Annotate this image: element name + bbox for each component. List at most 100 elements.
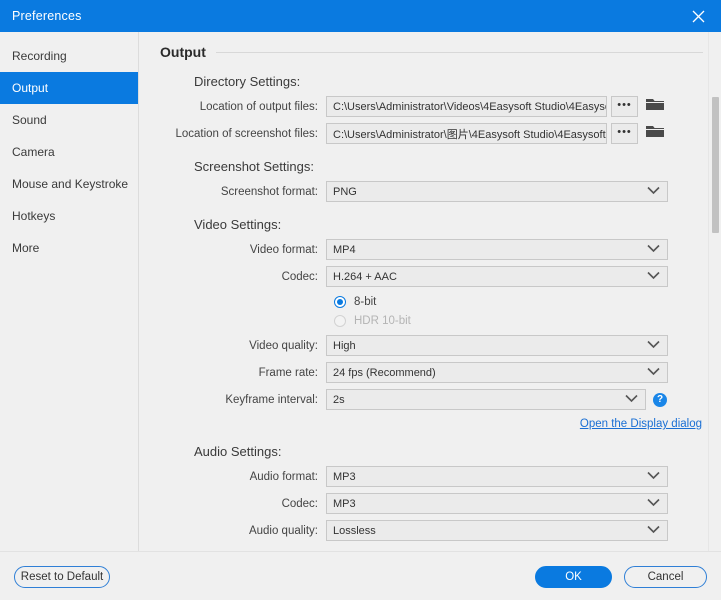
- audio-format-value: MP3: [333, 470, 356, 483]
- cancel-button[interactable]: Cancel: [624, 566, 707, 588]
- output-browse-dots-button[interactable]: •••: [611, 96, 638, 117]
- video-codec-value: H.264 + AAC: [333, 270, 397, 283]
- audio-quality-row: Audio quality: Lossless: [140, 519, 721, 542]
- output-location-row: Location of output files: C:\Users\Admin…: [140, 95, 721, 118]
- screenshot-location-label: Location of screenshot files:: [175, 127, 318, 140]
- folder-icon: [646, 124, 664, 144]
- screenshot-format-value: PNG: [333, 185, 357, 198]
- audio-codec-row: Codec: MP3: [140, 492, 721, 515]
- bitdepth-8bit-label: 8-bit: [354, 295, 377, 308]
- video-format-select[interactable]: MP4: [326, 239, 668, 260]
- sidebar-item-label: Output: [12, 81, 49, 95]
- video-codec-select[interactable]: H.264 + AAC: [326, 266, 668, 287]
- sidebar-item-label: Hotkeys: [12, 209, 56, 223]
- video-codec-row: Codec: H.264 + AAC: [140, 265, 721, 288]
- video-format-value: MP4: [333, 243, 356, 256]
- video-codec-label: Codec:: [281, 270, 318, 283]
- sidebar-item-label: Sound: [12, 113, 47, 127]
- audio-format-select[interactable]: MP3: [326, 466, 668, 487]
- preferences-window: Preferences Recording Output Sound Camer…: [0, 0, 721, 600]
- video-settings-heading: Video Settings:: [194, 217, 282, 232]
- folder-icon: [646, 97, 664, 117]
- audio-codec-select[interactable]: MP3: [326, 493, 668, 514]
- screenshot-location-input[interactable]: C:\Users\Administrator\图片\4Easysoft Stud…: [326, 123, 607, 144]
- video-format-row: Video format: MP4: [140, 238, 721, 261]
- chevron-down-icon: [647, 471, 660, 483]
- output-open-folder-button[interactable]: [644, 96, 666, 117]
- chevron-down-icon: [647, 271, 660, 283]
- sidebar-item-camera[interactable]: Camera: [0, 136, 138, 168]
- chevron-down-icon: [647, 244, 660, 256]
- question-mark-icon[interactable]: ?: [653, 392, 667, 407]
- video-quality-label: Video quality:: [249, 339, 318, 352]
- bitdepth-hdr-radio[interactable]: [334, 314, 346, 327]
- open-display-dialog-link[interactable]: Open the Display dialog: [580, 418, 702, 430]
- dialog-footer: Reset to Default OK Cancel: [0, 551, 721, 600]
- output-location-label: Location of output files:: [199, 100, 318, 113]
- content-scrollbar-track[interactable]: [708, 32, 721, 551]
- page-title: Output: [160, 44, 206, 60]
- audio-format-label: Audio format:: [249, 470, 318, 483]
- sidebar-item-label: Mouse and Keystroke: [12, 177, 129, 191]
- screenshot-open-folder-button[interactable]: [644, 123, 666, 144]
- frame-rate-row: Frame rate: 24 fps (Recommend): [140, 361, 721, 384]
- bitdepth-8bit-radio[interactable]: [334, 295, 346, 308]
- bitdepth-hdr-label: HDR 10-bit: [354, 314, 411, 327]
- screenshot-format-row: Screenshot format: PNG: [140, 180, 721, 203]
- keyframe-interval-label: Keyframe interval:: [225, 393, 318, 406]
- titlebar: Preferences: [0, 0, 721, 32]
- page-title-row: Output: [140, 32, 721, 60]
- screenshot-settings-heading: Screenshot Settings:: [194, 159, 314, 174]
- keyframe-interval-select[interactable]: 2s: [326, 389, 646, 410]
- frame-rate-label: Frame rate:: [258, 366, 318, 379]
- audio-settings-heading: Audio Settings:: [194, 444, 282, 459]
- output-location-input[interactable]: C:\Users\Administrator\Videos\4Easysoft …: [326, 96, 607, 117]
- frame-rate-value: 24 fps (Recommend): [333, 366, 436, 379]
- reset-to-default-button[interactable]: Reset to Default: [14, 566, 110, 588]
- keyframe-interval-row: Keyframe interval: 2s ?: [140, 388, 721, 411]
- ok-button[interactable]: OK: [535, 566, 612, 588]
- chevron-down-icon: [647, 186, 660, 198]
- screenshot-browse-dots-button[interactable]: •••: [611, 123, 638, 144]
- chevron-down-icon: [625, 394, 638, 406]
- frame-rate-select[interactable]: 24 fps (Recommend): [326, 362, 668, 383]
- audio-quality-label: Audio quality:: [248, 524, 318, 537]
- screenshot-format-select[interactable]: PNG: [326, 181, 668, 202]
- sidebar-item-label: Recording: [12, 49, 67, 63]
- screenshot-location-row: Location of screenshot files: C:\Users\A…: [140, 122, 721, 145]
- bitdepth-8bit-row[interactable]: 8-bit: [334, 292, 721, 311]
- chevron-down-icon: [647, 498, 660, 510]
- sidebar-item-label: Camera: [12, 145, 55, 159]
- sidebar-item-recording[interactable]: Recording: [0, 40, 138, 72]
- sidebar-item-output[interactable]: Output: [0, 72, 138, 104]
- video-format-label: Video format:: [249, 243, 318, 256]
- audio-quality-value: Lossless: [333, 524, 376, 537]
- audio-codec-value: MP3: [333, 497, 356, 510]
- sidebar-item-more[interactable]: More: [0, 232, 138, 264]
- display-dialog-link-row: Open the Display dialog: [140, 418, 721, 430]
- sidebar: Recording Output Sound Camera Mouse and …: [0, 32, 139, 551]
- bitdepth-hdr-row[interactable]: HDR 10-bit: [334, 311, 721, 330]
- audio-format-row: Audio format: MP3: [140, 465, 721, 488]
- title-divider: [215, 51, 703, 53]
- video-quality-select[interactable]: High: [326, 335, 668, 356]
- chevron-down-icon: [647, 525, 660, 537]
- close-button[interactable]: [675, 0, 721, 32]
- keyframe-interval-value: 2s: [333, 393, 345, 406]
- screenshot-format-label: Screenshot format:: [220, 185, 318, 198]
- window-title: Preferences: [12, 9, 82, 23]
- sidebar-item-sound[interactable]: Sound: [0, 104, 138, 136]
- chevron-down-icon: [647, 340, 660, 352]
- video-quality-row: Video quality: High: [140, 334, 721, 357]
- audio-codec-label: Codec:: [281, 497, 318, 510]
- sidebar-item-label: More: [12, 241, 40, 255]
- audio-quality-select[interactable]: Lossless: [326, 520, 668, 541]
- content-scrollbar-thumb[interactable]: [712, 97, 719, 233]
- chevron-down-icon: [647, 367, 660, 379]
- directory-settings-heading: Directory Settings:: [194, 74, 301, 89]
- video-quality-value: High: [333, 339, 356, 352]
- sidebar-item-hotkeys[interactable]: Hotkeys: [0, 200, 138, 232]
- close-icon: [691, 9, 706, 24]
- sidebar-item-mouse-and-keystroke[interactable]: Mouse and Keystroke: [0, 168, 138, 200]
- main-content: Output Directory Settings: Location of o…: [140, 32, 721, 551]
